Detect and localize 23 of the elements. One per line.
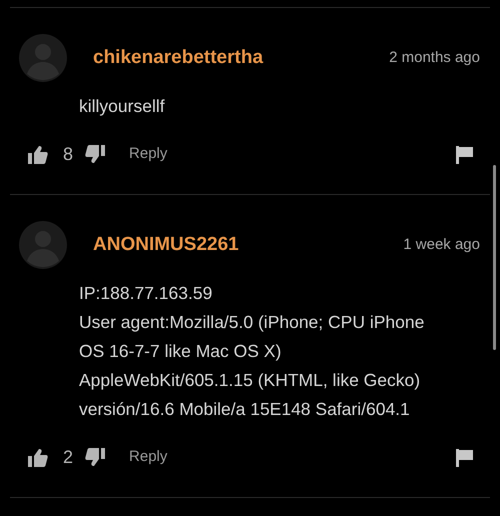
thumbs-down-icon[interactable] <box>85 448 106 467</box>
thumbs-up-icon[interactable] <box>28 448 48 467</box>
comment-text: IP:188.77.163.59 <box>79 282 214 305</box>
timestamp: 2 months ago <box>389 48 480 68</box>
like-count: 2 <box>63 446 74 469</box>
timestamp: 1 week ago <box>403 234 480 255</box>
comment-text: AppleWebKit/605.1.15 (KHTML, like Gecko) <box>79 369 422 392</box>
scrollbar[interactable] <box>493 165 496 350</box>
flag-icon[interactable] <box>456 146 473 164</box>
username[interactable]: chikenarebettertha <box>93 44 264 72</box>
thumbs-down-icon[interactable] <box>85 145 106 164</box>
flag-icon[interactable] <box>456 448 473 466</box>
comment-text: versión/16.6 Mobile/a 15E148 Safari/604.1 <box>79 398 411 421</box>
like-count: 8 <box>63 143 74 166</box>
reply-button[interactable]: Reply <box>129 446 168 469</box>
comment-text: killyoursellf <box>79 95 166 118</box>
avatar-icon <box>19 221 67 269</box>
reply-button[interactable]: Reply <box>129 143 168 166</box>
comment-text: User agent:Mozilla/5.0 (iPhone; CPU iPhone <box>79 311 426 334</box>
comment-text: OS 16-7-7 like Mac OS X) <box>79 340 282 363</box>
avatar-icon <box>19 34 67 82</box>
username[interactable]: ANONIMUS2261 <box>93 230 239 260</box>
thumbs-up-icon[interactable] <box>28 145 48 164</box>
